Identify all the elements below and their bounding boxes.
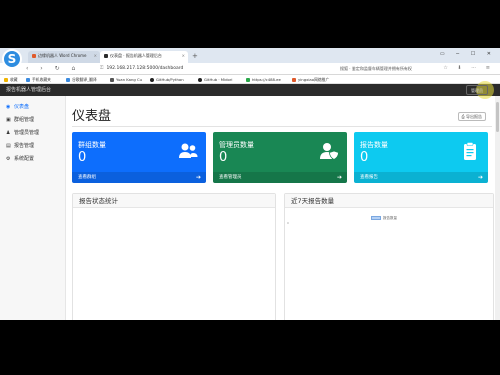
admin-icon: ♟ (6, 130, 11, 136)
address-bar-row: ‹ › ↻ ⌂ ⚿ 192.168.217.128:5000/dashboard … (0, 63, 500, 75)
app-title[interactable]: 报告机器人管理后台 (6, 86, 51, 94)
dashboard-icon: ◉ (6, 104, 11, 110)
sidebar: ◉ 仪表盘 ▣ 群组管理 ♟ 管理员管理 ▤ 报告管理 ⚙ 系统配置 (0, 96, 66, 320)
tab-close-icon[interactable]: × (94, 53, 97, 58)
sidebar-item-label: 系统配置 (14, 156, 35, 162)
lock-icon: ⚿ (100, 66, 104, 71)
card-label: 管理员数量 (219, 141, 254, 149)
sidebar-item-label: 仪表盘 (14, 104, 30, 110)
panel-title: 近7天报告数量 (285, 194, 493, 208)
url-text: 192.168.217.128:5000/dashboard (106, 66, 184, 71)
bookmark-item[interactable]: https://c488.ee (246, 76, 281, 83)
bookmark-item[interactable]: Yuan Kang Cu (110, 76, 142, 83)
new-tab-button[interactable]: + (192, 52, 198, 60)
legend-swatch (371, 216, 381, 220)
report-trend-panel: 近7天报告数量 报告数量 0 (284, 193, 494, 320)
arrow-right-icon: ➔ (336, 174, 342, 181)
chart-legend[interactable]: 报告数量 (371, 216, 397, 221)
report-icon: ▤ (6, 143, 11, 149)
sidebar-item-settings[interactable]: ⚙ 系统配置 (0, 154, 66, 164)
browser-window: S 边缘机器人 Word Chrome × 仪表盘 · 报告机器人管理后台 × … (0, 48, 500, 320)
sidebar-item-label: 报告管理 (14, 143, 35, 149)
card-groups: 群组数量 0 查看群组 ➔ (72, 132, 206, 183)
browser-logo: S (2, 49, 22, 69)
window-controls[interactable]: ▭ ─ ☐ ✕ (440, 51, 496, 57)
divider (72, 126, 492, 127)
sidebar-item-admins[interactable]: ♟ 管理员管理 (0, 128, 66, 138)
tab-inactive[interactable]: 边缘机器人 Word Chrome × (28, 51, 100, 63)
tab-label: 边缘机器人 Word Chrome (38, 53, 87, 58)
bookmark-icon (292, 78, 296, 82)
card-value: 0 (78, 150, 87, 165)
users-icon (179, 143, 198, 158)
panel-title: 报告状态统计 (73, 194, 275, 208)
tab-favicon (104, 54, 108, 58)
gear-icon: ⚙ (6, 156, 11, 162)
github-icon (150, 78, 154, 82)
card-footer-link[interactable]: 查看管理员 ➔ (213, 172, 347, 183)
bookmarks-bar: 收藏 手机收藏夹 谷歌翻译_翻译 Yuan Kang Cu GitHub/Pyt… (0, 75, 500, 84)
user-menu-button[interactable]: 管理员 (466, 85, 488, 95)
card-reports: 报告数量 0 查看报告 ➔ (354, 132, 488, 183)
card-footer-link[interactable]: 查看群组 ➔ (72, 172, 206, 183)
sidebar-item-dashboard[interactable]: ◉ 仪表盘 (0, 102, 66, 112)
arrow-right-icon: ➔ (195, 174, 201, 181)
video-letterbox-bottom (0, 320, 500, 375)
url-field[interactable]: ⚿ 192.168.217.128:5000/dashboard (100, 65, 330, 73)
address-suggestion[interactable]: 搜狐 · 鉴定和监督车辆管理并拥有所有权 (340, 65, 412, 73)
tab-close-icon[interactable]: × (182, 53, 185, 58)
arrow-right-icon: ➔ (477, 174, 483, 181)
app-header: 报告机器人管理后台 管理员 (0, 81, 500, 99)
bookmark-item[interactable]: 手机收藏夹 (26, 76, 51, 83)
card-admins: 管理员数量 0 查看管理员 ➔ (213, 132, 347, 183)
app-body: ◉ 仪表盘 ▣ 群组管理 ♟ 管理员管理 ▤ 报告管理 ⚙ 系统配置 仪表盘 ⎙ 导出报告… (0, 96, 500, 320)
nav-buttons[interactable]: ‹ › ↻ ⌂ (26, 65, 80, 72)
main-content: 仪表盘 ⎙ 导出报告 群组数量 0 查看群组 ➔ 管理员数量 0 查看管理员 ➔… (66, 96, 500, 320)
card-value: 0 (219, 150, 228, 165)
card-value: 0 (360, 150, 369, 165)
bookmark-item[interactable]: GitHub/Python (150, 76, 184, 83)
y-axis-tick: 0 (287, 221, 289, 225)
page-title: 仪表盘 (72, 109, 112, 124)
tab-active[interactable]: 仪表盘 · 报告机器人管理后台 × (100, 51, 188, 63)
tab-favicon (32, 54, 36, 58)
tab-label: 仪表盘 · 报告机器人管理后台 (110, 53, 162, 58)
sidebar-item-label: 群组管理 (14, 117, 35, 123)
bookmark-icon (110, 78, 114, 82)
export-button[interactable]: ⎙ 导出报告 (457, 112, 486, 121)
group-icon: ▣ (6, 117, 11, 123)
sidebar-item-label: 管理员管理 (14, 130, 40, 136)
github-icon (198, 78, 202, 82)
clipboard-icon (464, 142, 476, 160)
card-label: 群组数量 (78, 141, 106, 149)
bookmark-item[interactable]: yingxiao网络推广 (292, 76, 329, 83)
user-shield-icon (320, 143, 339, 160)
bookmark-item[interactable]: 收藏 (4, 76, 18, 83)
toolbar-icons[interactable]: ☆ ⬇ ⋯ ≡ (443, 65, 494, 71)
bookmark-icon (246, 78, 250, 82)
video-letterbox-top (0, 0, 500, 48)
bookmark-item[interactable]: 谷歌翻译_翻译 (66, 76, 97, 83)
card-label: 报告数量 (360, 141, 388, 149)
card-footer-link[interactable]: 查看报告 ➔ (354, 172, 488, 183)
tab-strip: S 边缘机器人 Word Chrome × 仪表盘 · 报告机器人管理后台 × … (0, 48, 500, 69)
bookmark-item[interactable]: GitHub · Midori (198, 76, 232, 83)
bookmark-icon (66, 78, 70, 82)
bookmark-icon (4, 78, 8, 82)
report-status-panel: 报告状态统计 (72, 193, 276, 320)
scrollbar[interactable] (495, 96, 500, 320)
sidebar-item-reports[interactable]: ▤ 报告管理 (0, 141, 66, 151)
bookmark-icon (26, 78, 30, 82)
scrollbar-thumb[interactable] (496, 102, 499, 132)
sidebar-item-groups[interactable]: ▣ 群组管理 (0, 115, 66, 125)
